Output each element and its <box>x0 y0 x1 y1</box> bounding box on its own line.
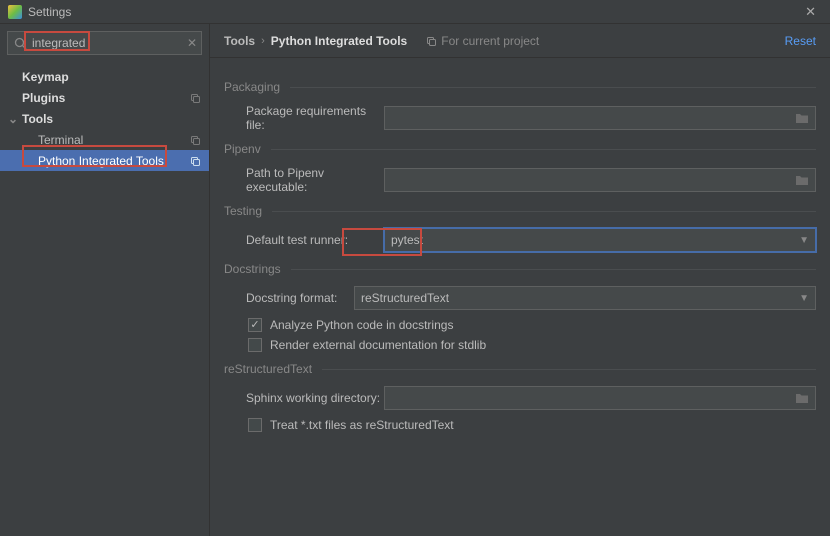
folder-icon[interactable] <box>795 174 809 186</box>
chevron-right-icon: › <box>261 35 265 47</box>
search-box[interactable]: ✕ <box>7 31 202 55</box>
section-rst: reStructuredText <box>224 362 816 376</box>
section-packaging: Packaging <box>224 80 816 94</box>
clear-icon[interactable]: ✕ <box>187 36 197 50</box>
sidebar-item-label: Terminal <box>38 133 83 147</box>
sidebar-item-plugins[interactable]: Plugins <box>0 87 209 108</box>
search-input[interactable] <box>32 36 187 50</box>
render-stdlib-checkbox[interactable] <box>248 338 262 352</box>
project-scope-badge: For current project <box>425 34 539 48</box>
search-icon <box>14 37 27 50</box>
analyze-docstrings-label: Analyze Python code in docstrings <box>270 318 453 332</box>
docstring-format-label: Docstring format: <box>224 291 354 305</box>
folder-icon[interactable] <box>795 112 809 124</box>
treat-txt-rst-checkbox[interactable] <box>248 418 262 432</box>
titlebar: Settings ✕ <box>0 0 830 24</box>
sidebar-item-label: Tools <box>22 112 53 126</box>
settings-sidebar: ✕ Keymap Plugins ⌄ Tools Terminal <box>0 24 210 536</box>
chevron-down-icon: ▼ <box>799 235 809 246</box>
sidebar-item-terminal[interactable]: Terminal <box>0 129 209 150</box>
sphinx-dir-label: Sphinx working directory: <box>224 391 384 405</box>
project-scope-label: For current project <box>441 34 539 48</box>
pipenv-exe-label: Path to Pipenv executable: <box>224 166 384 194</box>
dropdown-value: reStructuredText <box>361 291 449 305</box>
section-docstrings: Docstrings <box>224 262 816 276</box>
project-badge-icon <box>189 134 201 146</box>
breadcrumb-leaf: Python Integrated Tools <box>271 34 407 48</box>
treat-txt-rst-label: Treat *.txt files as reStructuredText <box>270 418 454 432</box>
package-requirements-field[interactable] <box>384 106 816 130</box>
analyze-docstrings-checkbox[interactable] <box>248 318 262 332</box>
project-badge-icon <box>189 155 201 167</box>
settings-tree: Keymap Plugins ⌄ Tools Terminal Python I… <box>0 62 209 171</box>
reset-link[interactable]: Reset <box>785 34 816 48</box>
window-title: Settings <box>28 5 71 19</box>
settings-content: Tools › Python Integrated Tools For curr… <box>210 24 830 536</box>
sidebar-item-label: Plugins <box>22 91 65 105</box>
test-runner-label: Default test runner: <box>224 233 384 247</box>
content-header: Tools › Python Integrated Tools For curr… <box>210 24 830 58</box>
sidebar-item-keymap[interactable]: Keymap <box>0 66 209 87</box>
sphinx-dir-field[interactable] <box>384 386 816 410</box>
sidebar-item-tools[interactable]: ⌄ Tools <box>0 108 209 129</box>
docstring-format-dropdown[interactable]: reStructuredText ▼ <box>354 286 816 310</box>
render-stdlib-label: Render external documentation for stdlib <box>270 338 486 352</box>
dropdown-value: pytest <box>391 233 423 247</box>
package-requirements-label: Package requirements file: <box>224 104 384 132</box>
breadcrumb-root[interactable]: Tools <box>224 34 255 48</box>
sidebar-item-label: Keymap <box>22 70 69 84</box>
close-icon[interactable]: ✕ <box>799 2 822 22</box>
chevron-down-icon: ⌄ <box>8 112 20 126</box>
pipenv-exe-field[interactable] <box>384 168 816 192</box>
sidebar-item-python-integrated-tools[interactable]: Python Integrated Tools <box>0 150 209 171</box>
test-runner-dropdown[interactable]: pytest ▼ <box>384 228 816 252</box>
app-icon <box>8 5 22 19</box>
section-testing: Testing <box>224 204 816 218</box>
chevron-down-icon: ▼ <box>799 293 809 304</box>
project-badge-icon <box>189 92 201 104</box>
sidebar-item-label: Python Integrated Tools <box>38 154 164 168</box>
section-pipenv: Pipenv <box>224 142 816 156</box>
folder-icon[interactable] <box>795 392 809 404</box>
